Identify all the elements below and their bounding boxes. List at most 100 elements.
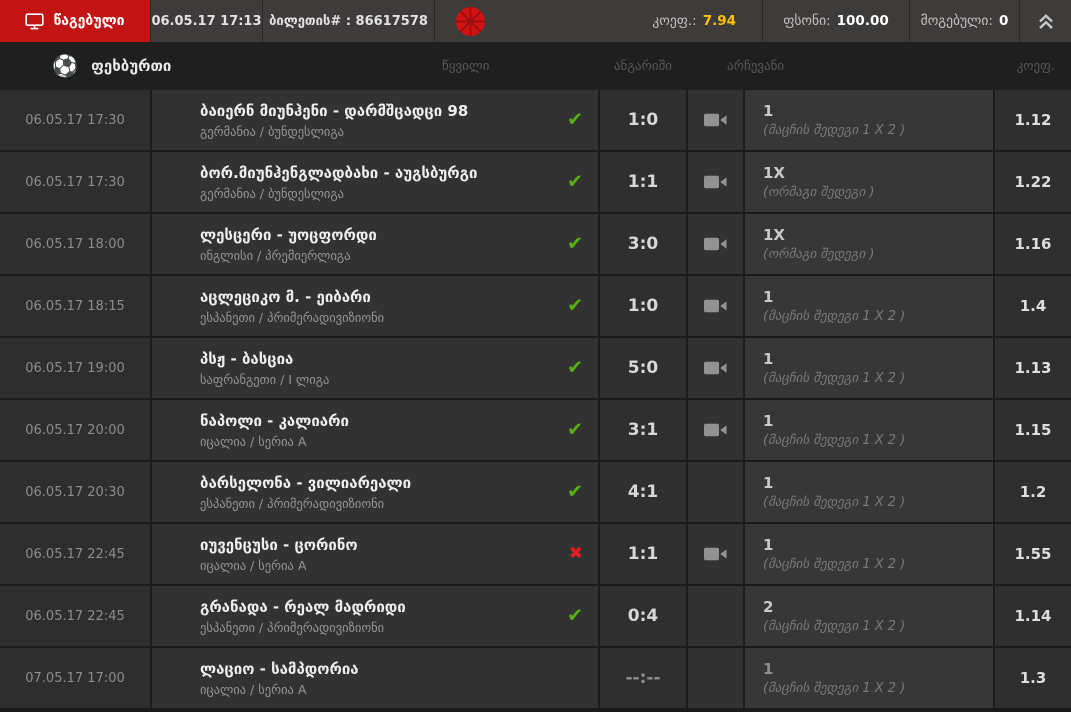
pick-cell: 1 (მაცჩის შედეგი 1 X 2 ) (745, 524, 993, 584)
coefficient-value: 1.55 (995, 524, 1071, 584)
sport-name: ფეხბურთი (91, 57, 172, 75)
coefficient-value: 1.4 (995, 276, 1071, 336)
winnings-label: მოგებული: (920, 13, 993, 29)
bet-row[interactable]: 06.05.17 22:45 გრანადა - რეალ მადრიდი ეს… (0, 586, 1071, 646)
pick-value: 1 (763, 350, 774, 368)
stream-cell[interactable] (688, 648, 743, 708)
match-name: ბორ.მიუნჰენგლადბახი - აუგსბურგი (200, 163, 478, 182)
check-icon: ✔ (567, 170, 583, 193)
pick-cell: 1 (მაცჩის შედეგი 1 X 2 ) (745, 462, 993, 522)
check-icon: ✔ (567, 108, 583, 131)
match-name: ნაპოლი - კალიარი (200, 411, 349, 430)
match-pair-cell: ბაიერნ მიუნჰენი - დარმშცადცი 98 გერმანია… (152, 90, 598, 150)
match-score: 1:0 (600, 90, 686, 150)
video-camera-icon (703, 113, 726, 127)
bet-rows-list: 06.05.17 17:30 ბაიერნ მიუნჰენი - დარმშცა… (0, 90, 1071, 708)
column-header-pick: არჩევანი (727, 58, 785, 74)
double-chevron-up-icon (1038, 13, 1053, 29)
match-score: 1:1 (600, 152, 686, 212)
match-name: ბაიერნ მიუნჰენი - დარმშცადცი 98 (200, 101, 469, 120)
match-league: ინგლისი / პრემიერლიგა (200, 247, 351, 263)
match-datetime: 06.05.17 22:45 (0, 586, 150, 646)
collapse-button[interactable] (1019, 0, 1071, 42)
match-name: გრანადა - რეალ მადრიდი (200, 597, 406, 616)
red-wheel-icon (456, 6, 485, 36)
match-league: ესპანეთი / პრიმერადივიზიონი (200, 619, 385, 635)
match-datetime: 06.05.17 18:15 (0, 276, 150, 336)
match-pair-cell: ბორ.მიუნჰენგლადბახი - აუგსბურგი გერმანია… (152, 152, 598, 212)
bet-ticket-window: წაგებული 06.05.17 17:13 ბილეთის# : 86617… (0, 0, 1071, 712)
match-score: 4:1 (600, 462, 686, 522)
soccer-ball-icon: ⚽ (52, 53, 79, 78)
stream-cell[interactable] (688, 152, 743, 212)
match-league: გერმანია / ბუნდესლიგა (200, 123, 344, 139)
pick-value: 1X (763, 164, 786, 182)
match-datetime: 06.05.17 18:00 (0, 214, 150, 274)
sport-header: ⚽ ფეხბურთი წყვილი ანგარიში არჩევანი კოეფ… (0, 42, 1071, 90)
match-datetime: 06.05.17 17:30 (0, 90, 150, 150)
coefficient-value: 1.2 (995, 462, 1071, 522)
match-datetime: 06.05.17 19:00 (0, 338, 150, 398)
match-name: ლაციო - სამპდორია (200, 659, 359, 678)
video-camera-icon (703, 237, 726, 251)
winnings-cell: მოგებული: 0 (909, 0, 1019, 42)
bet-row[interactable]: 06.05.17 17:30 ბაიერნ მიუნჰენი - დარმშცა… (0, 90, 1071, 150)
check-icon: ✔ (567, 294, 583, 317)
stream-cell[interactable] (688, 90, 743, 150)
match-pair-cell: ნაპოლი - კალიარი იცალია / სერია A ✔ (152, 400, 598, 460)
video-camera-icon (703, 299, 726, 313)
pick-market-type: (მაცჩის შედეგი 1 X 2 ) (763, 309, 906, 324)
match-datetime: 06.05.17 22:45 (0, 524, 150, 584)
pick-cell: 1 (მაცჩის შედეგი 1 X 2 ) (745, 276, 993, 336)
stream-cell[interactable] (688, 400, 743, 460)
stream-cell[interactable] (688, 524, 743, 584)
bet-row[interactable]: 06.05.17 17:30 ბორ.მიუნჰენგლადბახი - აუგ… (0, 152, 1071, 212)
match-league: ესპანეთი / პრიმერადივიზიონი (200, 309, 385, 325)
cross-icon: ✖ (568, 543, 583, 564)
pick-cell: 1X (ორმაგი შედეგი ) (745, 214, 993, 274)
stake-label: ფსონი: (783, 13, 831, 29)
stake-value: 100.00 (836, 13, 889, 29)
ticket-top-bar: წაგებული 06.05.17 17:13 ბილეთის# : 86617… (0, 0, 1071, 42)
bet-row[interactable]: 06.05.17 18:15 აცლეციკო მ. - ეიბარი ესპა… (0, 276, 1071, 336)
coefficient-value: 1.13 (995, 338, 1071, 398)
match-score: 5:0 (600, 338, 686, 398)
match-league: იცალია / სერია A (200, 557, 307, 573)
coef-label: კოეფ.: (652, 13, 697, 29)
pick-value: 1 (763, 660, 774, 678)
match-league: იცალია / სერია A (200, 681, 307, 697)
bet-row[interactable]: 06.05.17 20:00 ნაპოლი - კალიარი იცალია /… (0, 400, 1071, 460)
stream-cell[interactable] (688, 214, 743, 274)
match-league: გერმანია / ბუნდესლიგა (200, 185, 344, 201)
stream-cell[interactable] (688, 338, 743, 398)
match-pair-cell: ლესცერი - უოცფორდი ინგლისი / პრემიერლიგა… (152, 214, 598, 274)
column-header-score: ანგარიში (613, 58, 673, 74)
stream-cell[interactable] (688, 276, 743, 336)
match-datetime: 06.05.17 20:30 (0, 462, 150, 522)
bet-row[interactable]: 07.05.17 17:00 ლაციო - სამპდორია იცალია … (0, 648, 1071, 708)
pick-cell: 1X (ორმაგი შედეგი ) (745, 152, 993, 212)
bet-row[interactable]: 06.05.17 18:00 ლესცერი - უოცფორდი ინგლის… (0, 214, 1071, 274)
video-camera-icon (703, 361, 726, 375)
match-score: 3:0 (600, 214, 686, 274)
check-icon: ✔ (567, 232, 583, 255)
pick-cell: 1 (მაცჩის შედეგი 1 X 2 ) (745, 648, 993, 708)
ticket-number: ბილეთის# : 86617578 (262, 0, 434, 42)
pick-value: 1 (763, 288, 774, 306)
stream-cell[interactable] (688, 586, 743, 646)
pick-value: 2 (763, 598, 774, 616)
pick-value: 1 (763, 474, 774, 492)
bet-row[interactable]: 06.05.17 20:30 ბარსელონა - ვილიარეალი ეს… (0, 462, 1071, 522)
match-pair-cell: იუვენცუსი - ცორინო იცალია / სერია A ✖ (152, 524, 598, 584)
match-pair-cell: აცლეციკო მ. - ეიბარი ესპანეთი / პრიმერად… (152, 276, 598, 336)
pick-cell: 1 (მაცჩის შედეგი 1 X 2 ) (745, 400, 993, 460)
match-name: აცლეციკო მ. - ეიბარი (200, 287, 371, 306)
pick-cell: 1 (მაცჩის შედეგი 1 X 2 ) (745, 338, 993, 398)
status-button[interactable]: წაგებული (0, 0, 150, 42)
bet-row[interactable]: 06.05.17 22:45 იუვენცუსი - ცორინო იცალია… (0, 524, 1071, 584)
stream-cell[interactable] (688, 462, 743, 522)
winnings-value: 0 (998, 13, 1009, 29)
bet-row[interactable]: 06.05.17 19:00 პსჟ - ბასცია საფრანგეთი /… (0, 338, 1071, 398)
column-header-coef: კოეფ. (1016, 58, 1055, 74)
match-score: --:-- (600, 648, 686, 708)
